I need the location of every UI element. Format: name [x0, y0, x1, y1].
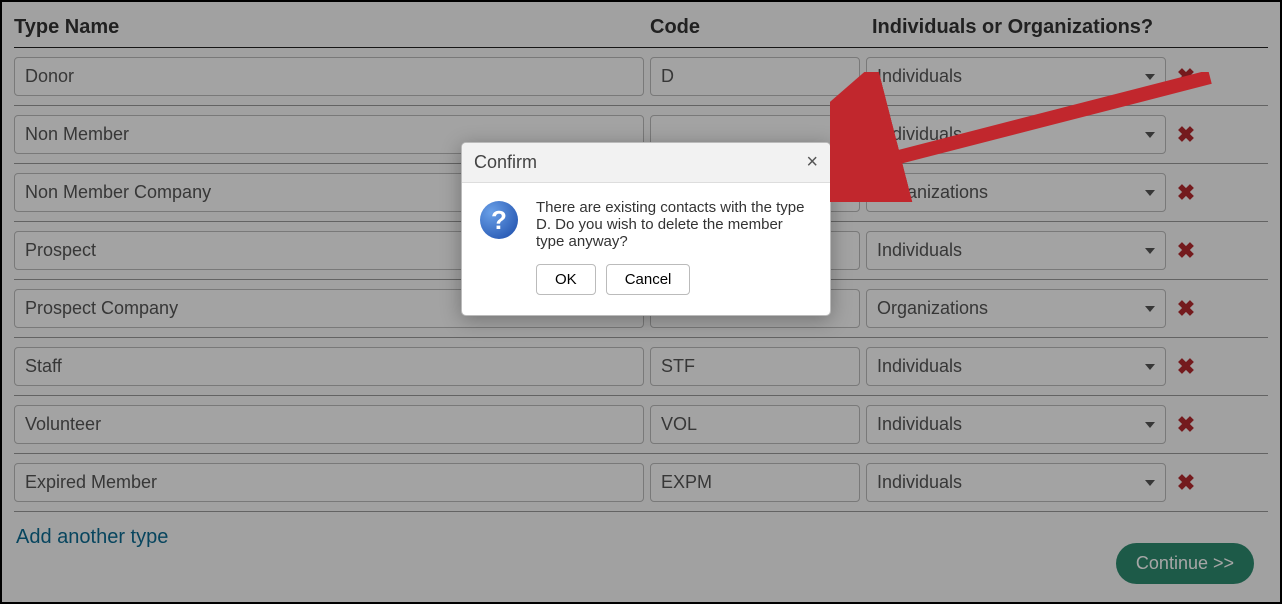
ok-button[interactable]: OK [536, 264, 596, 295]
question-icon: ? [480, 201, 518, 239]
cancel-button[interactable]: Cancel [606, 264, 691, 295]
dialog-message: There are existing contacts with the typ… [536, 199, 812, 250]
dialog-title: Confirm [474, 152, 537, 173]
confirm-dialog: Confirm × ? There are existing contacts … [461, 142, 831, 316]
close-icon[interactable]: × [806, 151, 818, 174]
